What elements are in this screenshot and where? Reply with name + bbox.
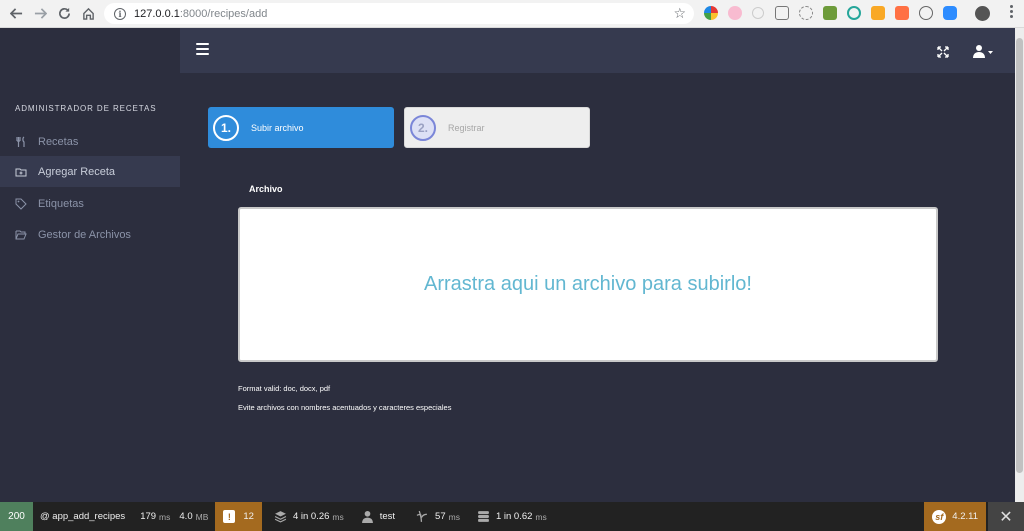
profile-avatar-icon[interactable] (975, 6, 990, 21)
sidebar-item-label: Agregar Receta (38, 165, 116, 178)
extension-recycle-icon[interactable] (919, 6, 933, 20)
reload-icon (58, 7, 70, 19)
db-unit: ms (535, 511, 547, 522)
twig-icon (416, 510, 427, 522)
warnings-count: 12 (243, 511, 254, 522)
step-number: 1. (213, 114, 239, 141)
user-menu-icon[interactable] (973, 44, 995, 58)
sidebar-item-etiquetas[interactable]: Etiquetas (0, 188, 180, 219)
route-name[interactable]: @ app_add_recipes (33, 502, 132, 531)
step-label: Subir archivo (251, 122, 304, 133)
sidebar-item-gestor-archivos[interactable]: Gestor de Archivos (0, 219, 180, 250)
sidebar-item-label: Etiquetas (38, 197, 84, 210)
layers-icon (274, 511, 287, 523)
folder-open-icon (0, 229, 38, 241)
extension-spiral-icon[interactable] (847, 6, 861, 20)
extension-circle-icon[interactable] (752, 7, 764, 19)
symfony-logo-icon: sf (932, 509, 947, 524)
sidebar-title: ADMINISTRADOR DE RECETAS (15, 104, 157, 113)
time-unit: ms (159, 511, 171, 522)
status-code[interactable]: 200 (0, 502, 33, 531)
folder-add-icon (0, 166, 38, 178)
cutlery-icon (0, 136, 38, 148)
cache-value: 4 in 0.26 (292, 511, 330, 522)
warnings-panel[interactable]: ! 12 (215, 502, 262, 531)
debug-toolbar: 200 @ app_add_recipes 179 ms 4.0 MB ! 12 4… (0, 502, 1024, 531)
version-value: 4.2.11 (952, 511, 978, 522)
hamburger-menu-icon[interactable] (196, 43, 209, 56)
tags-icon (0, 198, 38, 210)
route-text: @ app_add_recipes (40, 511, 126, 522)
home-icon (82, 7, 94, 20)
cache-panel[interactable]: 4 in 0.26 ms (262, 502, 351, 531)
close-icon: ✕ (999, 508, 1013, 526)
dropzone-text: Arrastra aqui un archivo para subirlo! (424, 273, 752, 295)
extension-record-icon[interactable] (728, 6, 742, 20)
address-bar[interactable]: i 127.0.0.1:8000/recipes/add ☆ (104, 3, 694, 24)
filename-hint: Evite archivos con nombres acentuados y … (238, 403, 452, 412)
sidebar-item-recetas[interactable]: Recetas (0, 126, 180, 157)
sidebar-item-agregar-receta[interactable]: Agregar Receta (0, 156, 180, 187)
reload-button[interactable] (52, 2, 76, 26)
db-value: 1 in 0.62 (495, 511, 533, 522)
scrollbar-thumb[interactable] (1016, 38, 1023, 473)
database-panel[interactable]: 1 in 0.62 ms (467, 502, 554, 531)
fullscreen-icon[interactable] (937, 46, 949, 58)
step-upload[interactable]: 1. Subir archivo (208, 107, 394, 148)
user-panel[interactable]: test (351, 502, 402, 531)
url-host: 127.0.0.1 (134, 7, 180, 20)
extension-chart-icon[interactable] (895, 6, 909, 20)
memory-usage[interactable]: 4.0 MB (177, 502, 215, 531)
step-number: 2. (410, 114, 436, 141)
extension-badge-icon[interactable] (871, 6, 885, 20)
arrow-right-icon (34, 8, 47, 19)
extension-box-icon[interactable] (775, 6, 789, 20)
exclamation-icon: ! (223, 510, 236, 523)
cache-unit: ms (332, 511, 344, 522)
arrow-left-icon (9, 8, 22, 19)
sidebar-item-label: Gestor de Archivos (38, 228, 131, 241)
file-field-label: Archivo (249, 184, 283, 194)
extension-gear-icon[interactable] (799, 6, 813, 20)
request-time[interactable]: 179 ms (132, 502, 177, 531)
file-dropzone[interactable]: Arrastra aqui un archivo para subirlo! (238, 207, 938, 362)
symfony-version[interactable]: sf 4.2.11 (924, 502, 986, 531)
step-label: Registrar (448, 122, 485, 133)
page-scrollbar[interactable] (1015, 28, 1024, 502)
browser-menu-icon[interactable] (1010, 5, 1014, 21)
info-icon[interactable]: i (114, 7, 126, 20)
back-button[interactable] (4, 2, 28, 26)
time-value: 179 (140, 511, 157, 522)
extension-color-icon[interactable] (704, 6, 718, 20)
browser-chrome: i 127.0.0.1:8000/recipes/add ☆ (0, 0, 1024, 28)
main-content: 1. Subir archivo 2. Registrar Archivo Ar… (180, 73, 1024, 502)
twig-unit: ms (448, 511, 460, 522)
extension-pencil-icon[interactable] (823, 6, 837, 20)
bookmark-star-icon[interactable]: ☆ (673, 5, 686, 22)
home-button[interactable] (76, 2, 100, 26)
forward-button[interactable] (28, 2, 52, 26)
step-register[interactable]: 2. Registrar (404, 107, 590, 148)
close-toolbar-button[interactable]: ✕ (988, 502, 1024, 531)
twig-panel[interactable]: 57 ms (402, 502, 467, 531)
format-hint: Format valid: doc, docx, pdf (238, 384, 331, 393)
extension-video-icon[interactable] (943, 6, 957, 20)
url-path: :8000/recipes/add (179, 7, 268, 20)
twig-value: 57 (435, 511, 446, 522)
database-icon (478, 511, 489, 522)
user-value: test (379, 511, 396, 522)
sidebar: ADMINISTRADOR DE RECETAS Recetas Agregar… (0, 28, 180, 502)
top-header (180, 28, 1024, 73)
user-icon (361, 510, 373, 523)
memory-unit: MB (195, 511, 209, 522)
sidebar-item-label: Recetas (38, 135, 79, 148)
memory-value: 4.0 (179, 511, 193, 522)
